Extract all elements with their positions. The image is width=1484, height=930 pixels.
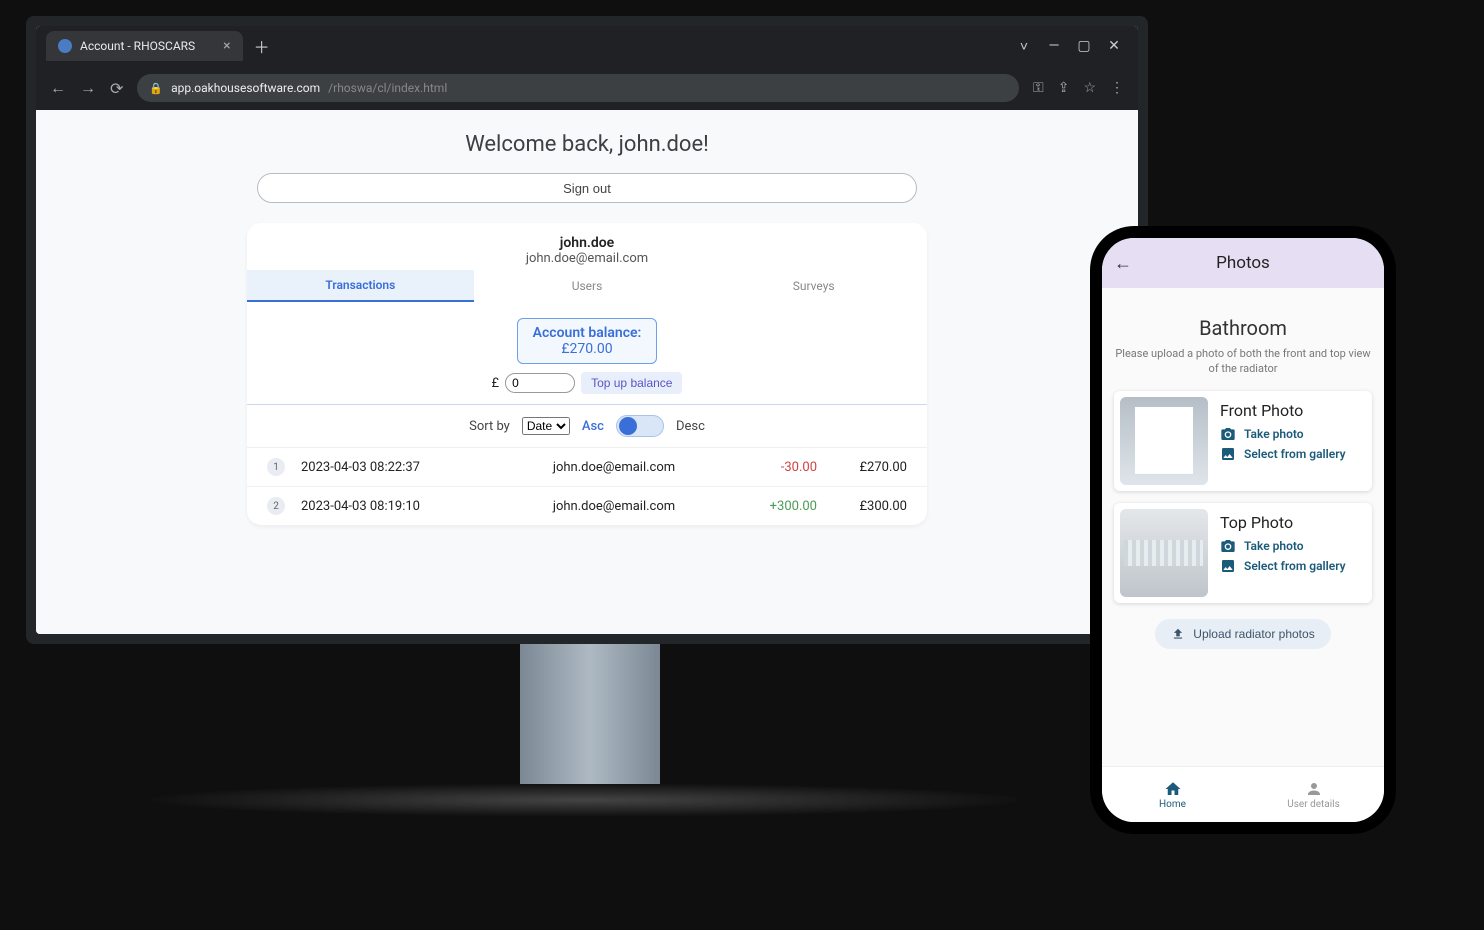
sort-desc-label: Desc xyxy=(676,419,705,434)
person-icon xyxy=(1305,780,1323,798)
browser-tab[interactable]: Account - RHOSCARS × xyxy=(46,31,243,61)
front-photo-title: Front Photo xyxy=(1220,401,1346,420)
room-heading: Bathroom xyxy=(1114,316,1372,340)
monitor-screen: Account - RHOSCARS × ＋ ˅ — ▢ ✕ ← → ⟳ 🔒 a… xyxy=(36,26,1138,634)
table-row[interactable]: 1 2023-04-03 08:22:37 john.doe@email.com… xyxy=(247,447,927,486)
balance-value: £270.00 xyxy=(522,341,652,357)
top-photo-card: Top Photo Take photo Select from gallery xyxy=(1114,503,1372,603)
upload-icon xyxy=(1171,627,1185,641)
toolbar-icons: ⚿ ⇪ ☆ ⋮ xyxy=(1033,80,1124,96)
row-balance: £270.00 xyxy=(817,460,907,475)
tab-transactions[interactable]: Transactions xyxy=(247,270,474,302)
top-photo-title: Top Photo xyxy=(1220,513,1346,532)
welcome-heading: Welcome back, john.doe! xyxy=(36,132,1138,157)
maximize-icon[interactable]: ▢ xyxy=(1074,38,1094,55)
tab-strip: Account - RHOSCARS × ＋ ˅ — ▢ ✕ xyxy=(36,26,1138,66)
sign-out-button[interactable]: Sign out xyxy=(257,173,917,203)
balance-box: Account balance: £270.00 xyxy=(517,318,657,364)
tab-users[interactable]: Users xyxy=(474,270,701,302)
key-icon[interactable]: ⚿ xyxy=(1033,80,1044,96)
lock-icon: 🔒 xyxy=(149,82,163,95)
monitor-frame: Account - RHOSCARS × ＋ ˅ — ▢ ✕ ← → ⟳ 🔒 a… xyxy=(26,16,1148,644)
phone-screen: ← Photos Bathroom Please upload a photo … xyxy=(1102,238,1384,822)
camera-icon xyxy=(1220,426,1236,442)
upload-photos-button[interactable]: Upload radiator photos xyxy=(1155,619,1330,649)
account-card: john.doe john.doe@email.com Transactions… xyxy=(247,223,927,525)
monitor-stand-neck xyxy=(520,644,660,784)
user-name: john.doe xyxy=(247,235,927,251)
topup-button[interactable]: Top up balance xyxy=(581,372,682,394)
row-timestamp: 2023-04-03 08:22:37 xyxy=(301,460,501,475)
camera-icon xyxy=(1220,538,1236,554)
browser-chrome: Account - RHOSCARS × ＋ ˅ — ▢ ✕ ← → ⟳ 🔒 a… xyxy=(36,26,1138,110)
phone-frame: ← Photos Bathroom Please upload a photo … xyxy=(1090,226,1396,834)
topup-row: £ Top up balance xyxy=(247,372,927,394)
user-header: john.doe john.doe@email.com xyxy=(247,223,927,270)
row-email: john.doe@email.com xyxy=(501,499,727,514)
phone-title: Photos xyxy=(1102,253,1384,273)
new-tab-button[interactable]: ＋ xyxy=(249,33,275,59)
tab-title: Account - RHOSCARS xyxy=(80,39,195,53)
balance-label: Account balance: xyxy=(533,325,642,341)
top-photo-thumbnail[interactable] xyxy=(1120,509,1208,597)
close-window-icon[interactable]: ✕ xyxy=(1104,38,1124,55)
phone-header: ← Photos xyxy=(1102,238,1384,288)
user-email: john.doe@email.com xyxy=(247,251,927,266)
chevron-down-icon[interactable]: ˅ xyxy=(1014,38,1034,55)
topup-amount-input[interactable] xyxy=(505,373,575,393)
sort-label: Sort by xyxy=(469,419,510,434)
star-icon[interactable]: ☆ xyxy=(1083,80,1096,96)
row-amount: -30.00 xyxy=(727,460,817,475)
front-take-photo-button[interactable]: Take photo xyxy=(1220,426,1346,442)
nav-home[interactable]: Home xyxy=(1102,767,1243,822)
front-photo-card: Front Photo Take photo Select from galle… xyxy=(1114,391,1372,491)
app-tabs: Transactions Users Surveys xyxy=(247,270,927,302)
transactions-list: 1 2023-04-03 08:22:37 john.doe@email.com… xyxy=(247,447,927,525)
nav-user-details[interactable]: User details xyxy=(1243,767,1384,822)
share-icon[interactable]: ⇪ xyxy=(1058,80,1070,96)
sort-direction-toggle[interactable] xyxy=(616,415,664,437)
webapp-page: Welcome back, john.doe! Sign out john.do… xyxy=(36,110,1138,634)
top-gallery-button[interactable]: Select from gallery xyxy=(1220,558,1346,574)
favicon-icon xyxy=(58,39,72,53)
image-icon xyxy=(1220,558,1236,574)
home-icon xyxy=(1164,780,1182,798)
sort-asc-label: Asc xyxy=(582,419,604,434)
window-controls: ˅ — ▢ ✕ xyxy=(1014,38,1138,55)
url-path: /rhoswa/cl/index.html xyxy=(328,81,447,95)
close-icon[interactable]: × xyxy=(223,38,230,54)
front-photo-thumbnail[interactable] xyxy=(1120,397,1208,485)
url-host: app.oakhousesoftware.com xyxy=(171,81,320,95)
url-input[interactable]: 🔒 app.oakhousesoftware.com/rhoswa/cl/ind… xyxy=(137,74,1019,102)
front-gallery-button[interactable]: Select from gallery xyxy=(1220,446,1346,462)
image-icon xyxy=(1220,446,1236,462)
back-icon[interactable]: ← xyxy=(50,78,66,98)
sort-row: Sort by Date Asc Desc xyxy=(247,405,927,447)
row-email: john.doe@email.com xyxy=(501,460,727,475)
kebab-icon[interactable]: ⋮ xyxy=(1110,80,1124,96)
row-timestamp: 2023-04-03 08:19:10 xyxy=(301,499,501,514)
address-bar: ← → ⟳ 🔒 app.oakhousesoftware.com/rhoswa/… xyxy=(36,66,1138,110)
reload-icon[interactable]: ⟳ xyxy=(110,79,123,98)
monitor-stand-base xyxy=(150,784,1020,817)
currency-symbol: £ xyxy=(492,376,500,391)
row-balance: £300.00 xyxy=(817,499,907,514)
minimize-icon[interactable]: — xyxy=(1044,38,1064,55)
sort-select[interactable]: Date xyxy=(522,417,570,435)
top-take-photo-button[interactable]: Take photo xyxy=(1220,538,1346,554)
row-amount: +300.00 xyxy=(727,499,817,514)
phone-body: Bathroom Please upload a photo of both t… xyxy=(1102,288,1384,766)
instruction-text: Please upload a photo of both the front … xyxy=(1114,346,1372,377)
bottom-nav: Home User details xyxy=(1102,766,1384,822)
row-index: 2 xyxy=(267,497,285,515)
tab-surveys[interactable]: Surveys xyxy=(700,270,927,302)
table-row[interactable]: 2 2023-04-03 08:19:10 john.doe@email.com… xyxy=(247,486,927,525)
row-index: 1 xyxy=(267,458,285,476)
toggle-knob xyxy=(619,417,637,435)
forward-icon[interactable]: → xyxy=(80,78,96,98)
